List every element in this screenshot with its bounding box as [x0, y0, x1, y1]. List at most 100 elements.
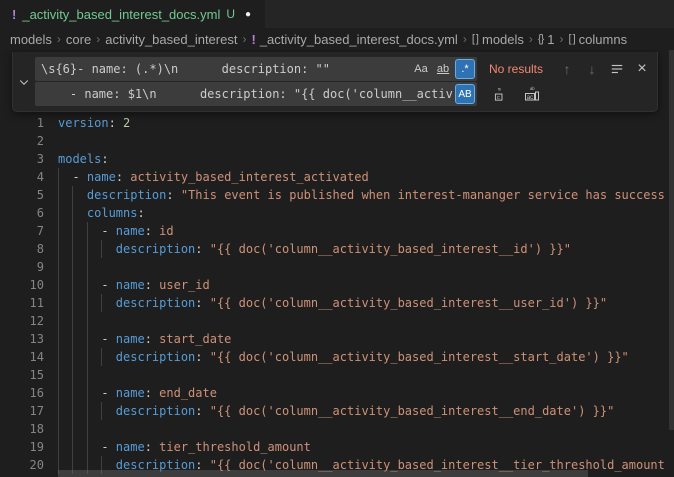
find-input[interactable]: \s{6}- name: (.*)\n description: "" Aa a… [35, 57, 477, 81]
indent-guide [72, 402, 73, 420]
indent-guide [87, 402, 88, 420]
regex-icon[interactable]: .* [455, 59, 475, 79]
close-icon[interactable]: × [631, 58, 653, 80]
replace-icon[interactable]: ᶠᵇ c [490, 83, 512, 105]
indent-guide [101, 240, 102, 258]
line-number: 17 [0, 402, 58, 420]
replace-input[interactable]: - name: $1\n description: "{{ doc('colum… [35, 82, 477, 106]
indent-guide [72, 186, 73, 204]
line-number: 6 [0, 204, 58, 222]
svg-text:ᵃᵇ: ᵃᵇ [530, 87, 535, 94]
indent-guide [87, 222, 88, 240]
code-pane: 1version: 223models:4 - name: activity_b… [0, 50, 674, 477]
breadcrumb-item-models[interactable]: [ ] models [472, 32, 524, 47]
breadcrumb-item-1[interactable]: {} 1 [538, 32, 555, 47]
indent-guide [72, 276, 73, 294]
line-number: 3 [0, 150, 58, 168]
find-in-selection-icon[interactable] [606, 58, 628, 80]
line-number: 12 [0, 312, 58, 330]
indent-guide [101, 348, 102, 366]
breadcrumb-item-activity_based_interest[interactable]: activity_based_interest [105, 32, 237, 47]
whole-word-icon[interactable]: ab [433, 59, 453, 79]
horizontal-scrollbar[interactable] [58, 470, 588, 477]
indent-guide [58, 366, 59, 384]
code-line-text [58, 132, 674, 150]
indent-guide [72, 330, 73, 348]
code-line[interactable]: 14 description: "{{ doc('column__activit… [0, 348, 674, 366]
code-line[interactable]: 1version: 2 [0, 114, 674, 132]
breadcrumb-label: columns [579, 32, 627, 47]
code-line-text: - name: tier_threshold_amount [58, 438, 674, 456]
indent-guide [87, 276, 88, 294]
breadcrumb-item-columns[interactable]: [ ] columns [569, 32, 628, 47]
indent-guide [87, 312, 88, 330]
code-line-text [58, 312, 674, 330]
indent-guide [58, 312, 59, 330]
line-number: 14 [0, 348, 58, 366]
breadcrumb-item-core[interactable]: core [66, 32, 91, 47]
code-line-text: description: "{{ doc('column__activity_b… [58, 294, 674, 312]
line-number: 13 [0, 330, 58, 348]
line-number: 1 [0, 114, 58, 132]
indent-guide [87, 420, 88, 438]
code-line[interactable]: 10 - name: user_id [0, 276, 674, 294]
breadcrumb-label: models [10, 32, 52, 47]
indent-guide [58, 168, 59, 186]
code-line[interactable]: 11 description: "{{ doc('column__activit… [0, 294, 674, 312]
code-line[interactable]: 3models: [0, 150, 674, 168]
code-line[interactable]: 2 [0, 132, 674, 150]
indent-guide [72, 348, 73, 366]
tab-title: _activity_based_interest_docs.yml [22, 7, 220, 22]
code-line[interactable]: 5 description: "This event is published … [0, 186, 674, 204]
code-line[interactable]: 13 - name: start_date [0, 330, 674, 348]
match-case-icon[interactable]: Aa [411, 59, 431, 79]
vertical-scrollbar[interactable] [669, 50, 674, 430]
code-line[interactable]: 19 - name: tier_threshold_amount [0, 438, 674, 456]
indent-guide [58, 294, 59, 312]
editor: 1version: 223models:4 - name: activity_b… [0, 50, 674, 477]
array-symbol-icon: [ ] [569, 33, 575, 45]
code-line[interactable]: 18 [0, 420, 674, 438]
modified-dot-icon[interactable]: ● [245, 9, 251, 20]
tab-active-file[interactable]: ! _activity_based_interest_docs.yml U ● [0, 0, 265, 28]
code-line[interactable]: 16 - name: end_date [0, 384, 674, 402]
breadcrumb-item-models[interactable]: models [10, 32, 52, 47]
preserve-case-icon[interactable]: AB [455, 84, 475, 104]
toggle-replace-chevron-icon[interactable] [13, 52, 35, 111]
replace-all-icon[interactable]: ᵃᵇ ac [521, 83, 543, 105]
code-line-text: description: "This event is published wh… [58, 186, 674, 204]
breadcrumb-label: _activity_based_interest_docs.yml [260, 32, 458, 47]
code-line[interactable]: 4 - name: activity_based_interest_activa… [0, 168, 674, 186]
indent-guide [72, 240, 73, 258]
code-line-text: - name: start_date [58, 330, 674, 348]
breadcrumb-label: 1 [547, 32, 554, 47]
object-symbol-icon: {} [538, 33, 543, 45]
code-line[interactable]: 17 description: "{{ doc('column__activit… [0, 402, 674, 420]
code-line[interactable]: 8 description: "{{ doc('column__activity… [0, 240, 674, 258]
indent-guide [87, 384, 88, 402]
code-line-text: description: "{{ doc('column__activity_b… [58, 240, 674, 258]
line-number: 7 [0, 222, 58, 240]
indent-guide [72, 420, 73, 438]
code-line-text: - name: end_date [58, 384, 674, 402]
breadcrumb-separator-icon: › [529, 32, 533, 46]
code-line[interactable]: 6 columns: [0, 204, 674, 222]
code-line[interactable]: 12 [0, 312, 674, 330]
find-next-icon[interactable]: ↓ [581, 58, 603, 80]
array-symbol-icon: [ ] [472, 33, 478, 45]
indent-guide [101, 402, 102, 420]
code-line[interactable]: 7 - name: id [0, 222, 674, 240]
breadcrumb-item-_activity_based_interest_docs.yml[interactable]: !_activity_based_interest_docs.yml [251, 32, 457, 47]
find-previous-icon[interactable]: ↑ [556, 58, 578, 80]
indent-guide [87, 366, 88, 384]
line-number: 20 [0, 456, 58, 474]
code-line[interactable]: 9 [0, 258, 674, 276]
indent-guide [72, 294, 73, 312]
breadcrumb-separator-icon: › [463, 32, 467, 46]
breadcrumb-separator-icon: › [242, 32, 246, 46]
breadcrumb-label: models [482, 32, 524, 47]
line-number: 18 [0, 420, 58, 438]
indent-guide [58, 330, 59, 348]
tab-bar: ! _activity_based_interest_docs.yml U ● [0, 0, 674, 28]
code-line[interactable]: 15 [0, 366, 674, 384]
